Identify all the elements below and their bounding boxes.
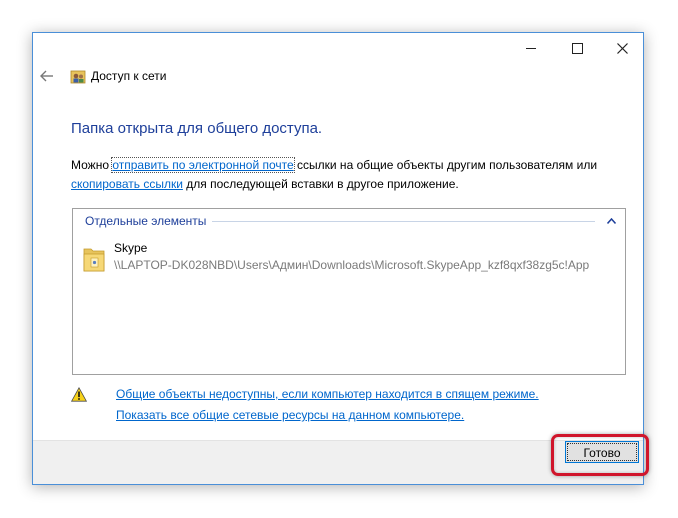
sleep-warning-row: Общие объекты недоступны, если компьютер… (71, 385, 631, 405)
item-name: Skype (114, 241, 148, 255)
network-access-dialog: Доступ к сети Папка открыта для общего д… (32, 32, 649, 485)
nav-row: Доступ к сети (33, 66, 643, 90)
list-item[interactable]: Skype \\LAPTOP-DK028NBD\Users\Админ\Down… (83, 240, 613, 280)
folder-icon (83, 248, 105, 272)
group-label: Отдельные элементы (85, 214, 207, 228)
close-button[interactable] (599, 33, 645, 63)
close-icon (616, 42, 628, 54)
share-description: Можно отправить по электронной почте ссы… (71, 156, 631, 194)
back-arrow-icon (40, 70, 53, 82)
desc-prefix: Можно (71, 158, 113, 172)
minimize-button[interactable] (508, 33, 554, 63)
chevron-up-icon[interactable] (605, 216, 617, 227)
done-button-highlight: Готово (551, 434, 649, 476)
done-button[interactable]: Готово (565, 441, 639, 463)
group-header[interactable]: Отдельные элементы (85, 213, 617, 229)
email-link[interactable]: отправить по электронной почте (111, 157, 295, 173)
show-shares-row: Показать все общие сетевые ресурсы на да… (116, 408, 464, 422)
warning-icon (71, 387, 87, 402)
page-heading: Папка открыта для общего доступа. (71, 120, 323, 137)
window-title: Доступ к сети (91, 69, 167, 83)
sleep-warning-link[interactable]: Общие объекты недоступны, если компьютер… (116, 387, 539, 401)
show-shares-link[interactable]: Показать все общие сетевые ресурсы на да… (116, 408, 464, 422)
maximize-button[interactable] (554, 33, 600, 63)
desc-middle: ссылки на общие объекты другим пользоват… (293, 158, 598, 172)
desc-suffix: для последующей вставки в другое приложе… (182, 177, 459, 191)
back-button[interactable] (39, 69, 55, 85)
done-button-label: Готово (567, 443, 637, 461)
group-divider (212, 220, 595, 222)
minimize-icon (526, 47, 536, 49)
item-path: \\LAPTOP-DK028NBD\Users\Админ\Downloads\… (114, 258, 590, 272)
network-users-icon (70, 70, 86, 84)
copy-links-link[interactable]: скопировать ссылки (71, 177, 183, 191)
dialog-footer: Готово (33, 434, 649, 484)
shared-items-list[interactable]: Отдельные элементы Skype \\LAPTOP-DK028N… (72, 208, 626, 375)
maximize-icon (571, 42, 583, 54)
